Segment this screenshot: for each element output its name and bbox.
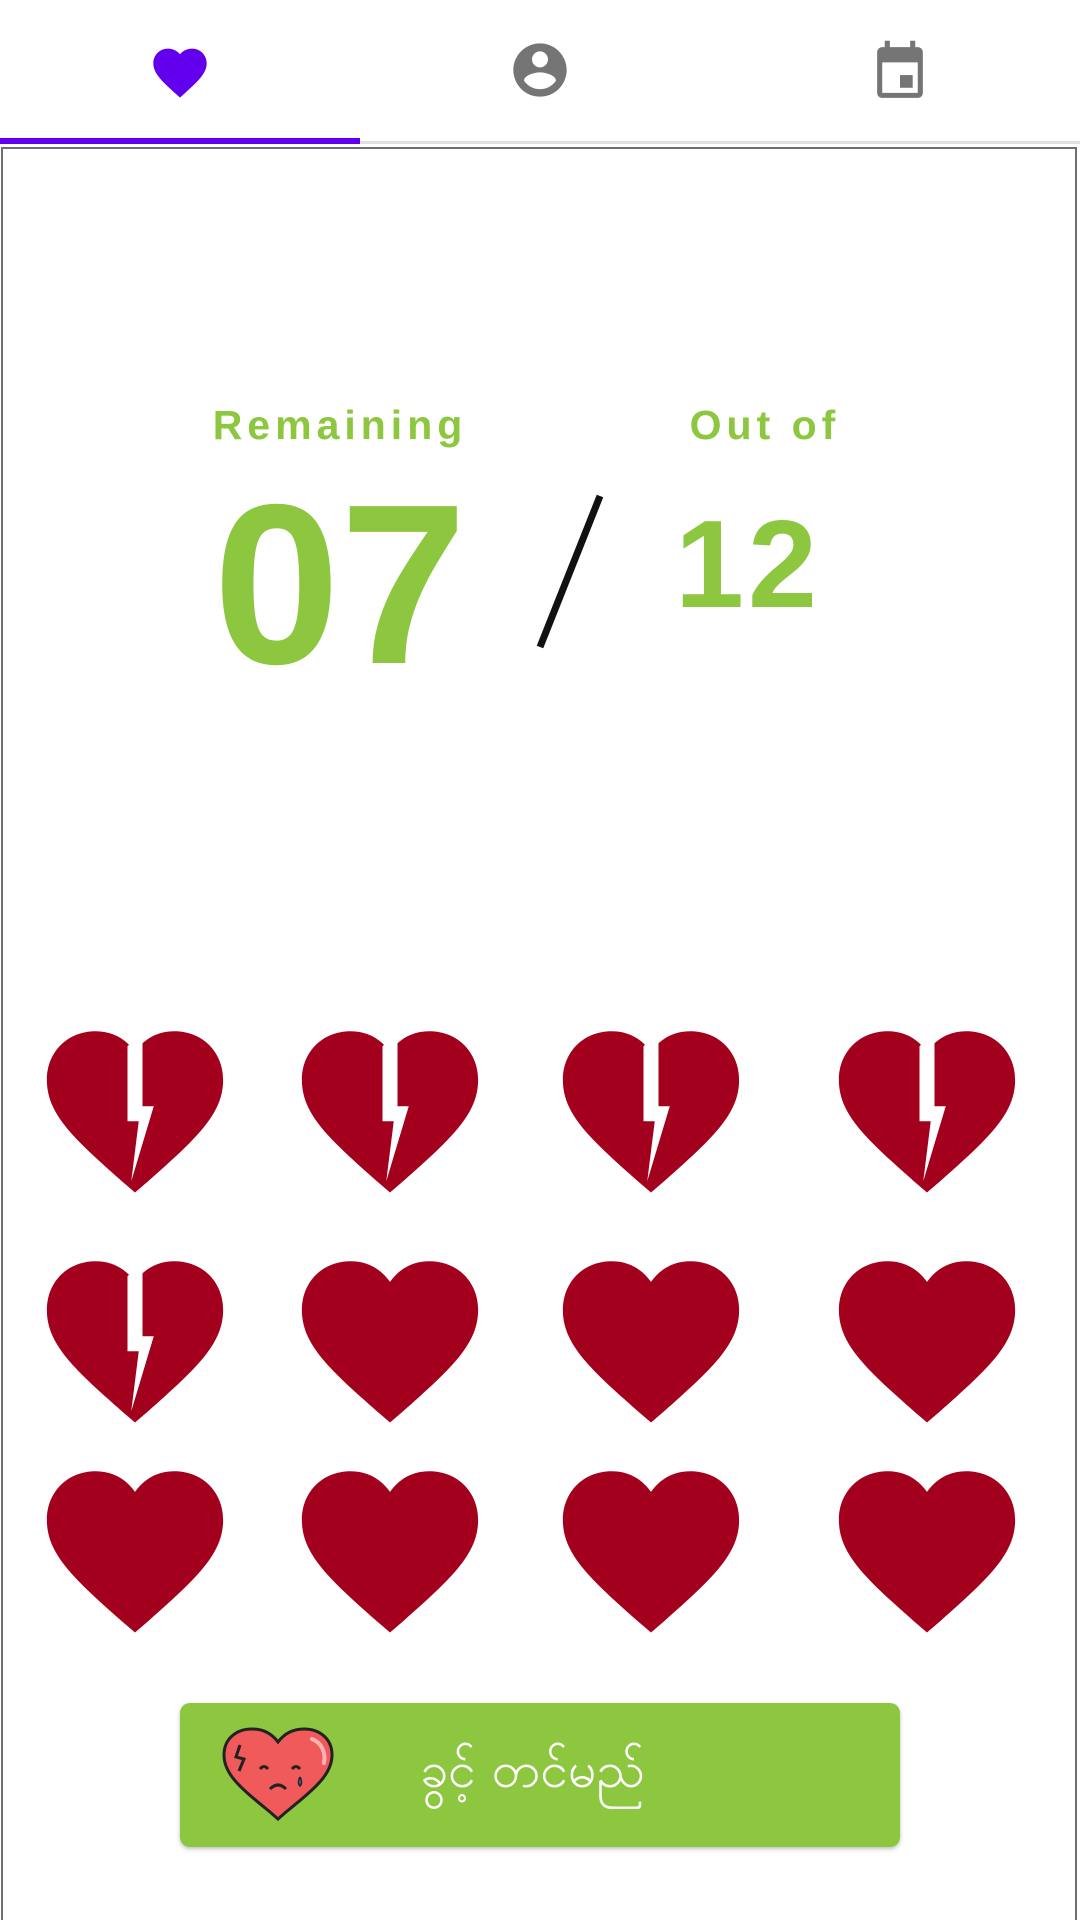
tab-profile[interactable]: [360, 0, 720, 140]
account-circle-icon: [513, 43, 567, 97]
separator-slash: [536, 494, 604, 649]
submit-leave-label: ခွင့် တင်မည်: [420, 1740, 646, 1799]
tab-calendar[interactable]: [720, 0, 1080, 140]
heart-icon: [40, 1460, 230, 1640]
broken-heart-icon: [832, 1020, 1022, 1200]
heart-icon: [295, 1250, 485, 1430]
heart-icon: [832, 1250, 1022, 1430]
remaining-count: 07: [213, 458, 467, 712]
total-count: 12: [675, 496, 821, 634]
broken-heart-icon: [40, 1250, 230, 1430]
total-label: Out of: [689, 402, 841, 448]
broken-heart-icon: [40, 1020, 230, 1200]
tab-hearts[interactable]: [0, 0, 360, 140]
submit-leave-button[interactable]: ခွင့် တင်မည်: [180, 1703, 900, 1847]
calendar-icon: [877, 40, 923, 98]
heart-icon: [295, 1460, 485, 1640]
sad-broken-heart-icon: [222, 1727, 334, 1821]
heart-icon: [556, 1250, 746, 1430]
heart-icon: [153, 48, 207, 98]
heart-icon: [556, 1460, 746, 1640]
broken-heart-icon: [295, 1020, 485, 1200]
heart-icon: [832, 1460, 1022, 1640]
tab-bar: [0, 0, 1080, 144]
tab-active-indicator: [0, 138, 360, 144]
broken-heart-icon: [556, 1020, 746, 1200]
remaining-label: Remaining: [212, 402, 468, 448]
